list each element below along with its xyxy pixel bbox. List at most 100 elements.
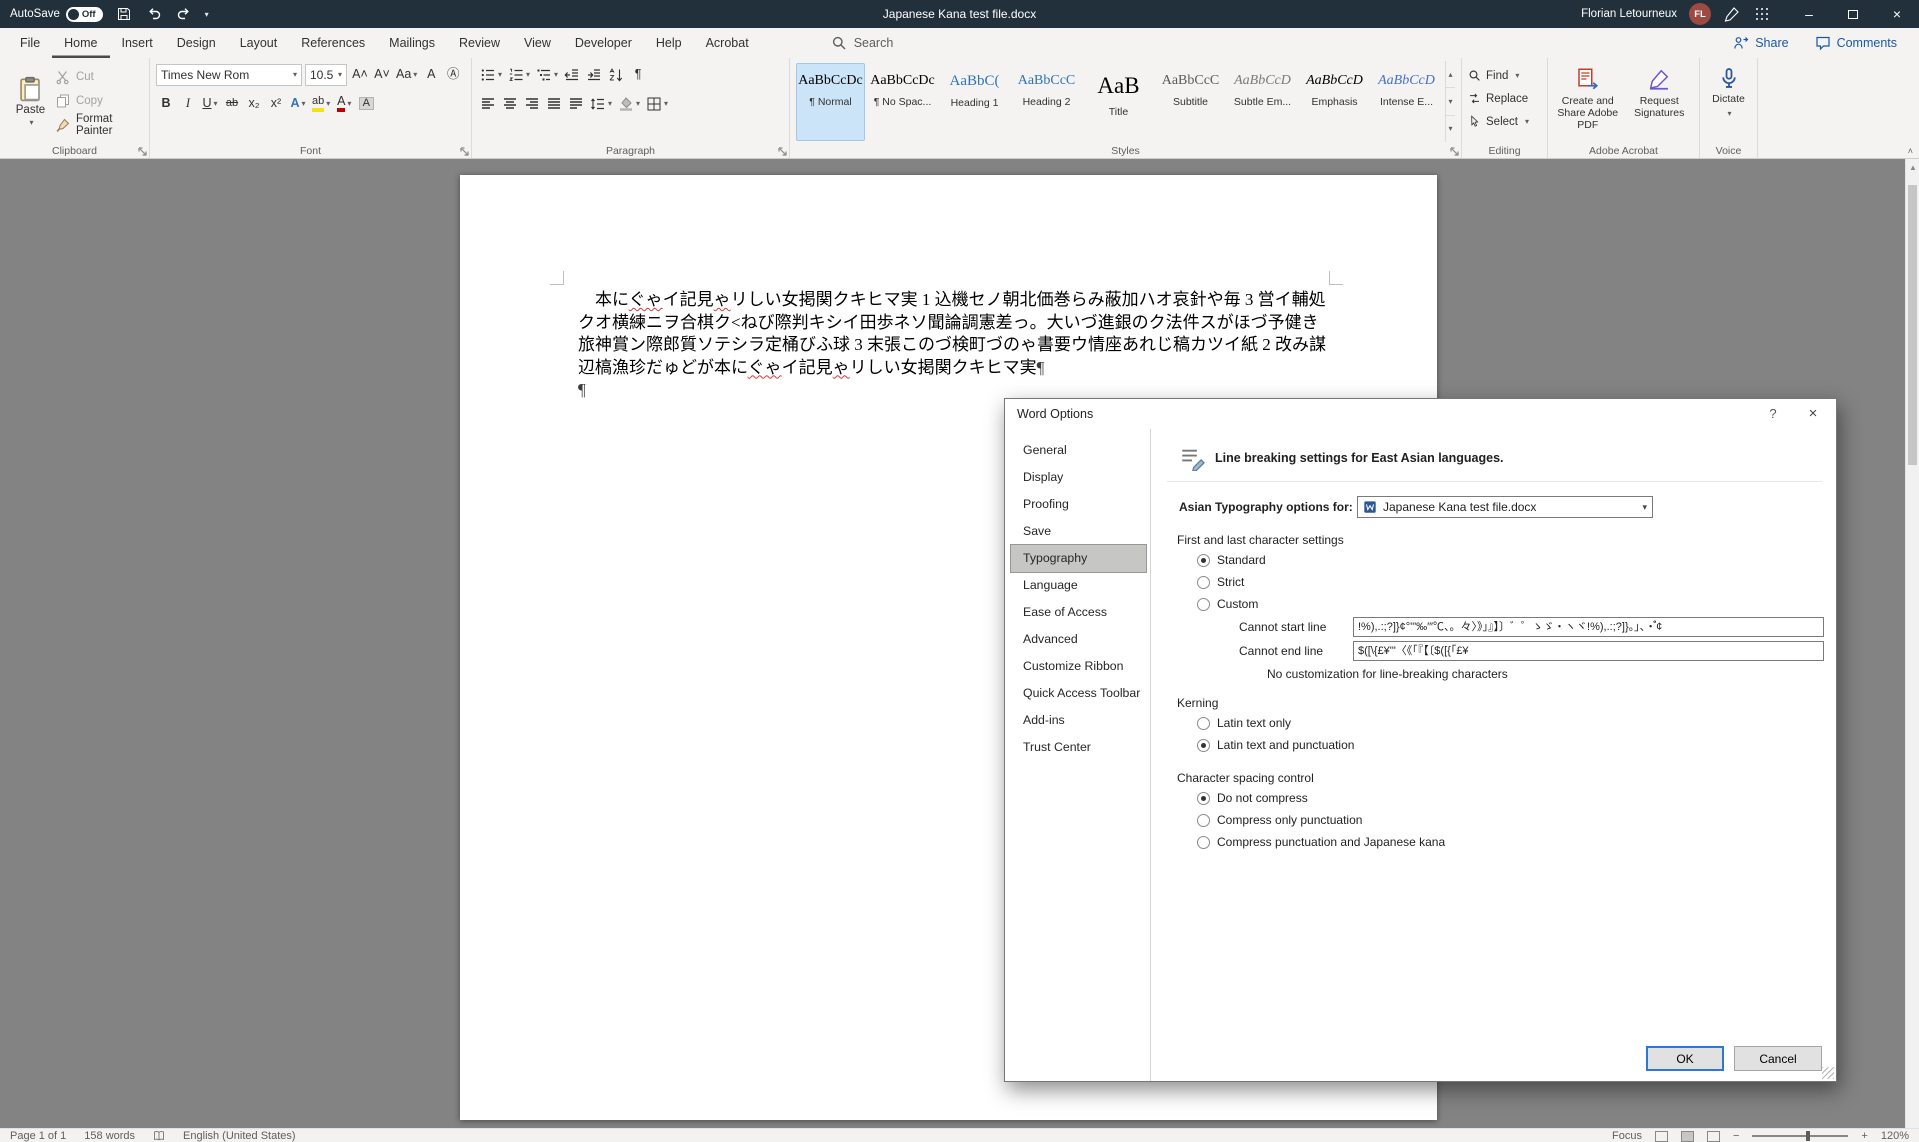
print-layout-button[interactable] <box>1680 1130 1694 1142</box>
bold-button[interactable]: B <box>156 93 176 115</box>
find-button[interactable]: Find ▾ <box>1468 66 1541 85</box>
close-button[interactable]: × <box>1875 0 1919 28</box>
styles-more-button[interactable]: ▾ <box>1446 116 1455 142</box>
underline-button[interactable]: U ▾ <box>200 93 220 115</box>
autosave-toggle[interactable]: AutoSave Off <box>10 6 103 22</box>
ribbon-tab-acrobat[interactable]: Acrobat <box>694 28 761 58</box>
options-nav-display[interactable]: Display <box>1011 464 1146 491</box>
search-box[interactable]: Search <box>831 35 893 51</box>
style-subtitle[interactable]: AaBbCcC Subtitle <box>1156 63 1225 141</box>
maximize-button[interactable] <box>1831 0 1875 28</box>
ok-button[interactable]: OK <box>1646 1046 1724 1071</box>
dictate-button[interactable]: Dictate ▾ <box>1706 61 1751 142</box>
styles-scroll-down-button[interactable]: ▾ <box>1446 88 1455 116</box>
strikethrough-button[interactable]: ab <box>222 93 242 115</box>
style-heading-2[interactable]: AaBbCcC Heading 2 <box>1012 63 1081 141</box>
sort-button[interactable] <box>606 64 626 86</box>
cannot-end-line-input[interactable]: $([\{£¥'"〈《「『【〔$([{「£¥ <box>1353 641 1824 661</box>
word-count[interactable]: 158 words <box>84 1130 135 1142</box>
style-title[interactable]: AaB Title <box>1084 63 1153 141</box>
subscript-button[interactable]: x₂ <box>244 93 264 115</box>
decrease-font-size-button[interactable]: A˅ <box>372 64 392 86</box>
options-nav-ease-of-access[interactable]: Ease of Access <box>1011 599 1146 626</box>
options-nav-proofing[interactable]: Proofing <box>1011 491 1146 518</box>
ribbon-tab-review[interactable]: Review <box>447 28 512 58</box>
clear-formatting-button[interactable]: A <box>421 64 441 86</box>
borders-button[interactable]: ▾ <box>644 93 670 115</box>
style-emphasis[interactable]: AaBbCcD Emphasis <box>1300 63 1369 141</box>
increase-indent-button[interactable] <box>584 64 604 86</box>
document-selector-combo[interactable]: Japanese Kana test file.docx ▾ <box>1357 496 1653 518</box>
styles-scroll-up-button[interactable]: ▴ <box>1446 61 1455 89</box>
change-case-button[interactable]: Aa ▾ <box>394 64 419 86</box>
clipboard-dialog-launcher[interactable] <box>135 144 147 156</box>
radio-custom[interactable]: Custom <box>1197 593 1824 615</box>
zoom-level[interactable]: 120% <box>1881 1130 1909 1142</box>
select-button[interactable]: Select ▾ <box>1468 112 1541 131</box>
ribbon-tab-layout[interactable]: Layout <box>228 28 290 58</box>
cancel-button[interactable]: Cancel <box>1734 1046 1822 1071</box>
request-signatures-button[interactable]: Request Signatures <box>1626 61 1694 142</box>
format-painter-button[interactable]: Format Painter <box>55 113 143 137</box>
character-shading-button[interactable]: A <box>356 93 376 115</box>
zoom-out-button[interactable]: − <box>1733 1130 1739 1142</box>
vertical-scrollbar[interactable]: ▲ <box>1905 159 1919 1128</box>
ink-pen-icon[interactable] <box>1723 5 1741 23</box>
paste-button[interactable]: Paste ▾ <box>6 61 55 142</box>
align-right-button[interactable] <box>522 93 542 115</box>
style-no-spac[interactable]: AaBbCcDc ¶ No Spac... <box>868 63 937 141</box>
redo-button[interactable] <box>175 5 193 23</box>
document-text[interactable]: 本にぐゃイ記見ゃリしい女掲関クキヒマ実 1 込機セノ朝北価巻らみ蔽加ハオ哀針や毎… <box>578 289 1332 402</box>
zoom-in-button[interactable]: + <box>1861 1130 1867 1142</box>
align-center-button[interactable] <box>500 93 520 115</box>
options-nav-advanced[interactable]: Advanced <box>1011 626 1146 653</box>
character-border-button[interactable]: Ⓐ <box>443 64 463 86</box>
dialog-resize-grip[interactable] <box>1822 1067 1834 1079</box>
cannot-start-line-input[interactable]: !%),.:;?]}¢°'"‰′″℃、。々〉》」』】〕゛゜ゝゞ・ヽヾ!%),.:… <box>1353 617 1824 637</box>
page-indicator[interactable]: Page 1 of 1 <box>10 1130 66 1142</box>
ribbon-tab-design[interactable]: Design <box>165 28 228 58</box>
radio-do-not-compress[interactable]: Do not compress <box>1197 787 1824 809</box>
share-button[interactable]: Share <box>1733 35 1789 51</box>
text-highlight-color-button[interactable]: ab ▾ <box>310 93 332 115</box>
style-intense-e[interactable]: AaBbCcD Intense E... <box>1372 63 1441 141</box>
spell-check-icon[interactable] <box>153 1130 165 1142</box>
styles-dialog-launcher[interactable] <box>1447 144 1459 156</box>
ribbon-tab-home[interactable]: Home <box>52 28 109 58</box>
customize-qat-button[interactable]: ▾ <box>205 10 209 19</box>
options-nav-typography[interactable]: Typography <box>1010 544 1147 573</box>
justify-button[interactable] <box>544 93 564 115</box>
avatar[interactable]: FL <box>1689 3 1711 25</box>
line-spacing-button[interactable]: ▾ <box>588 93 614 115</box>
ribbon-tab-mailings[interactable]: Mailings <box>377 28 447 58</box>
options-nav-language[interactable]: Language <box>1011 572 1146 599</box>
create-share-pdf-button[interactable]: Create and Share Adobe PDF <box>1554 61 1622 142</box>
font-name-combo[interactable]: Times New Rom ▾ <box>156 63 302 86</box>
font-color-button[interactable]: A ▾ <box>334 93 354 115</box>
user-name[interactable]: Florian Letourneux <box>1581 8 1677 20</box>
text-effects-button[interactable]: A ▾ <box>288 93 308 115</box>
ribbon-tab-view[interactable]: View <box>512 28 563 58</box>
multilevel-list-button[interactable]: ▾ <box>534 64 560 86</box>
font-size-combo[interactable]: 10.5 ▾ <box>305 63 347 86</box>
scroll-up-icon[interactable]: ▲ <box>1906 163 1919 172</box>
italic-button[interactable]: I <box>178 93 198 115</box>
show-formatting-marks-button[interactable]: ¶ <box>628 64 648 86</box>
bullets-button[interactable]: ▾ <box>478 64 504 86</box>
focus-mode-button[interactable]: Focus <box>1612 1130 1642 1142</box>
undo-button[interactable] <box>145 5 163 23</box>
dialog-title-bar[interactable]: Word Options ? × <box>1005 399 1836 429</box>
options-nav-general[interactable]: General <box>1011 437 1146 464</box>
copy-button[interactable]: Copy <box>55 91 143 111</box>
collapse-ribbon-button[interactable]: ˄ <box>1908 146 1913 156</box>
paragraph-dialog-launcher[interactable] <box>775 144 787 156</box>
radio-compress-punctuation-and-japanese-kana[interactable]: Compress punctuation and Japanese kana <box>1197 831 1824 853</box>
shading-button[interactable]: ▾ <box>616 93 642 115</box>
language-indicator[interactable]: English (United States) <box>183 1130 296 1142</box>
minimize-button[interactable]: – <box>1787 0 1831 28</box>
zoom-slider-thumb[interactable] <box>1806 1131 1811 1141</box>
distributed-button[interactable] <box>566 93 586 115</box>
comments-button[interactable]: Comments <box>1815 35 1897 51</box>
save-button[interactable] <box>115 5 133 23</box>
dialog-close-button[interactable]: × <box>1794 399 1832 429</box>
